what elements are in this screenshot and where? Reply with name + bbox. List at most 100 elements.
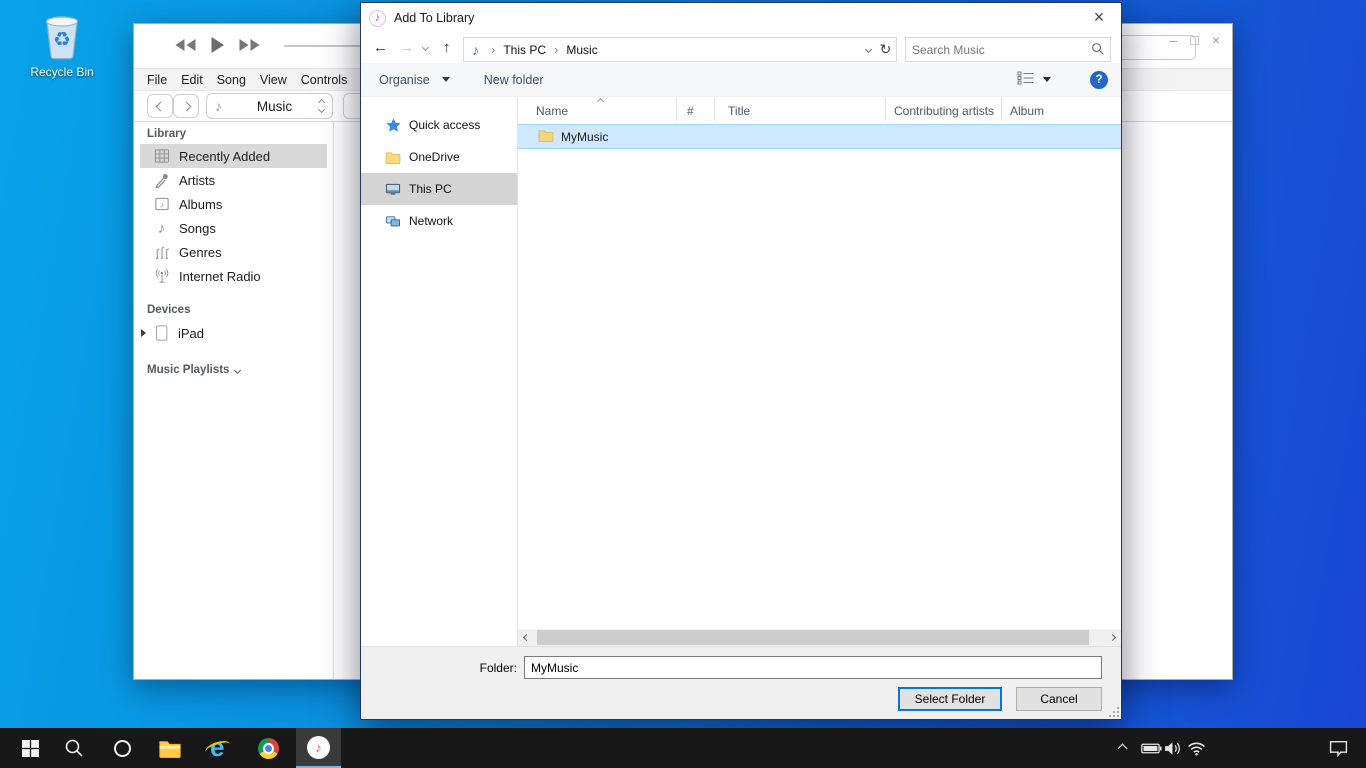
- rewind-button[interactable]: [174, 38, 197, 55]
- sidebar-item-internet-radio[interactable]: Internet Radio: [134, 264, 333, 288]
- cancel-button[interactable]: Cancel: [1016, 687, 1102, 711]
- sidebar-item-recently-added[interactable]: Recently Added: [140, 144, 327, 168]
- maximize-icon[interactable]: □: [1190, 30, 1198, 50]
- media-kind-selector[interactable]: ♪ Music: [206, 93, 333, 119]
- menu-view[interactable]: View: [260, 73, 287, 87]
- grid-icon: [153, 148, 170, 164]
- library-section-header: Library: [147, 128, 333, 140]
- chevron-down-icon: [234, 366, 241, 373]
- action-center-button[interactable]: [1318, 728, 1358, 768]
- recent-locations-icon[interactable]: [422, 44, 429, 51]
- view-dropdown-icon[interactable]: [1043, 77, 1051, 82]
- column-header-contributing-artists[interactable]: Contributing artists: [886, 97, 1002, 121]
- breadcrumb-this-pc[interactable]: This PC: [503, 43, 546, 57]
- fast-forward-button[interactable]: [238, 38, 261, 55]
- taskbar-search-button[interactable]: [52, 728, 96, 768]
- search-icon: [64, 738, 84, 758]
- start-button[interactable]: [8, 728, 52, 768]
- chevron-down-icon: [318, 106, 325, 113]
- disclosure-triangle-icon[interactable]: [141, 329, 146, 337]
- resize-grip[interactable]: [1109, 707, 1119, 717]
- search-icon: [1091, 42, 1104, 58]
- menu-file[interactable]: File: [147, 73, 167, 87]
- scroll-left-icon[interactable]: [518, 629, 535, 646]
- folder-name-input[interactable]: [524, 656, 1102, 679]
- breadcrumb-separator: ›: [554, 42, 558, 57]
- file-explorer-button[interactable]: [148, 728, 192, 768]
- menu-controls[interactable]: Controls: [301, 73, 348, 87]
- select-folder-button[interactable]: Select Folder: [898, 687, 1002, 711]
- sidebar-item-albums[interactable]: ♪ Albums: [134, 192, 333, 216]
- cortana-icon: [114, 740, 131, 757]
- help-icon[interactable]: ?: [1090, 71, 1108, 89]
- column-header-number[interactable]: #: [677, 97, 715, 121]
- folder-icon: [158, 739, 182, 758]
- dialog-titlebar[interactable]: ♪ Add To Library ×: [361, 3, 1121, 33]
- cortana-button[interactable]: [100, 728, 144, 768]
- menu-edit[interactable]: Edit: [181, 73, 203, 87]
- windows-logo-icon: [22, 740, 39, 757]
- genres-icon: [153, 244, 170, 260]
- itunes-taskbar-button[interactable]: ♪: [296, 728, 341, 768]
- menu-song[interactable]: Song: [217, 73, 246, 87]
- breadcrumb-separator: ›: [491, 42, 495, 57]
- nav-item-quick-access[interactable]: Quick access: [361, 109, 517, 141]
- nav-item-this-pc[interactable]: This PC: [361, 173, 517, 205]
- file-list: MyMusic: [518, 121, 1121, 629]
- dialog-toolbar: Organise – New folder ?: [361, 63, 1121, 97]
- sidebar-item-artists[interactable]: Artists: [134, 168, 333, 192]
- sidebar-item-ipad[interactable]: iPad: [134, 320, 333, 346]
- horizontal-scrollbar[interactable]: [518, 629, 1121, 646]
- folder-icon: [385, 151, 401, 164]
- close-icon[interactable]: ×: [1212, 30, 1220, 50]
- minimize-icon[interactable]: –: [1170, 30, 1178, 50]
- details-view-icon[interactable]: [1017, 71, 1035, 88]
- play-button[interactable]: [210, 36, 225, 57]
- organise-button[interactable]: Organise –: [379, 73, 450, 87]
- column-header-name[interactable]: Name: [518, 97, 677, 121]
- music-note-icon: ♪: [472, 42, 479, 58]
- itunes-app-icon: ♪: [369, 10, 386, 27]
- nav-item-network[interactable]: Network: [361, 205, 517, 237]
- scroll-right-icon[interactable]: [1104, 629, 1121, 646]
- dialog-footer: Folder: Select Folder Cancel: [361, 646, 1121, 719]
- internet-explorer-icon: e: [205, 734, 231, 762]
- music-note-icon: ♪: [215, 98, 222, 114]
- sidebar-item-genres[interactable]: Genres: [134, 240, 333, 264]
- address-bar[interactable]: ♪ › This PC › Music: [463, 37, 878, 62]
- sidebar-item-songs[interactable]: ♪ Songs: [134, 216, 333, 240]
- close-icon[interactable]: ×: [1085, 5, 1113, 29]
- wifi-tray-icon[interactable]: [1183, 728, 1209, 768]
- recycle-bin-shortcut[interactable]: ♻ Recycle Bin: [22, 8, 102, 79]
- itunes-sidebar: Library Recently Added Artists ♪: [134, 122, 334, 679]
- breadcrumb-music[interactable]: Music: [566, 43, 597, 57]
- music-playlists-header[interactable]: Music Playlists: [147, 364, 333, 376]
- svg-text:♪: ♪: [159, 199, 163, 209]
- itunes-icon: ♪: [307, 736, 330, 759]
- devices-section-header: Devices: [147, 304, 333, 316]
- network-icon: [385, 214, 401, 229]
- file-row-mymusic[interactable]: MyMusic: [518, 124, 1121, 149]
- star-icon: [385, 118, 401, 133]
- itunes-forward-button[interactable]: [173, 94, 199, 118]
- search-box[interactable]: [905, 37, 1111, 62]
- forward-icon[interactable]: →: [399, 36, 414, 60]
- show-hidden-icons-button[interactable]: [1110, 728, 1134, 768]
- scrollbar-thumb[interactable]: [537, 630, 1089, 645]
- refresh-icon[interactable]: ↻: [875, 37, 897, 62]
- address-dropdown-icon[interactable]: [865, 46, 872, 53]
- new-folder-button[interactable]: New folder: [484, 73, 544, 87]
- column-header-title[interactable]: Title: [715, 97, 886, 121]
- column-header-album[interactable]: Album: [1002, 97, 1121, 121]
- search-input[interactable]: [912, 43, 1091, 57]
- dialog-navigation-pane: Quick access OneDrive This PC: [361, 97, 518, 646]
- antenna-icon: [153, 268, 170, 284]
- nav-item-onedrive[interactable]: OneDrive: [361, 141, 517, 173]
- itunes-back-button[interactable]: [147, 94, 173, 118]
- chrome-button[interactable]: [246, 728, 290, 768]
- up-icon[interactable]: ↑: [443, 36, 451, 60]
- music-note-icon: ♪: [153, 220, 170, 237]
- internet-explorer-button[interactable]: e: [196, 728, 240, 768]
- folder-label: Folder:: [361, 661, 524, 675]
- back-icon[interactable]: ←: [373, 36, 388, 60]
